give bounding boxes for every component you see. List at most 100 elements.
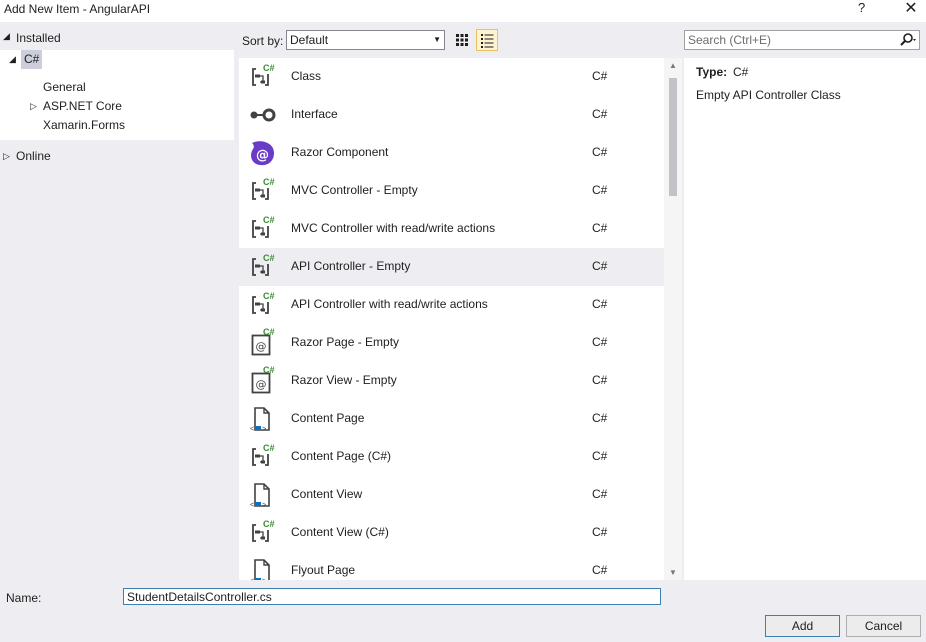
template-row[interactable]: < > Content Page C#	[239, 400, 664, 438]
content-page-icon: < >	[247, 404, 277, 434]
sort-by-label: Sort by:	[242, 34, 284, 48]
template-language: C#	[592, 525, 608, 539]
collapsed-triangle-icon[interactable]: ▷	[3, 146, 10, 166]
interface-icon	[247, 100, 277, 130]
template-name: Razor Page - Empty	[291, 335, 400, 349]
scroll-down-arrow-icon[interactable]: ▼	[669, 568, 677, 577]
installed-header[interactable]: ◢ Installed	[0, 28, 234, 48]
template-name: API Controller - Empty	[291, 259, 411, 273]
template-language: C#	[592, 449, 608, 463]
template-row[interactable]: @ Razor Component C#	[239, 134, 664, 172]
template-row[interactable]: C# Content Page (C#) C#	[239, 438, 664, 476]
category-pane: ◢ Installed ◢ C# General ▷ ASP.NET Core …	[0, 28, 234, 580]
template-row[interactable]: C# Content View (C#) C#	[239, 514, 664, 552]
controller-icon: C#	[247, 518, 277, 548]
svg-text:C#: C#	[263, 215, 275, 225]
controller-icon: C#	[247, 176, 277, 206]
search-input[interactable]	[685, 31, 897, 49]
template-list-scrollbar[interactable]: ▲ ▼	[664, 58, 682, 580]
template-language: C#	[592, 563, 608, 577]
sort-dropdown[interactable]: Default ▼	[286, 30, 445, 50]
template-language: C#	[592, 259, 608, 273]
template-language: C#	[592, 107, 608, 121]
list-view-button[interactable]	[476, 29, 498, 51]
template-language: C#	[592, 221, 608, 235]
controller-icon: C#	[247, 442, 277, 472]
help-button[interactable]: ?	[858, 0, 865, 15]
svg-text:>: >	[262, 426, 266, 433]
scrollbar-thumb[interactable]	[669, 78, 677, 196]
collapsed-triangle-icon[interactable]: ▷	[30, 97, 37, 116]
template-row[interactable]: < > Content View C#	[239, 476, 664, 514]
add-button[interactable]: Add	[765, 615, 840, 637]
search-box	[684, 30, 920, 50]
template-row[interactable]: C# Class C#	[239, 58, 664, 96]
content-page-icon: < >	[247, 556, 277, 580]
svg-text:<: <	[250, 502, 254, 509]
svg-text:@: @	[256, 148, 269, 163]
template-language: C#	[592, 373, 608, 387]
name-input[interactable]	[123, 588, 661, 605]
content-page-icon: < >	[247, 480, 277, 510]
svg-text:C#: C#	[263, 519, 275, 529]
category-tree: ◢ C# General ▷ ASP.NET Core Xamarin.Form…	[0, 50, 234, 140]
installed-label: Installed	[16, 31, 61, 45]
svg-text:C#: C#	[263, 443, 275, 453]
svg-text:C#: C#	[263, 366, 275, 375]
template-language: C#	[592, 69, 608, 83]
template-name: Razor Component	[291, 145, 389, 159]
template-name: Interface	[291, 107, 338, 121]
list-view-icon	[481, 34, 494, 48]
controller-icon: C#	[247, 214, 277, 244]
controller-icon: C#	[247, 62, 277, 92]
template-row[interactable]: @ C# Razor Page - Empty C#	[239, 324, 664, 362]
grid-view-icon	[456, 34, 468, 46]
template-name: MVC Controller - Empty	[291, 183, 418, 197]
search-icon[interactable]	[899, 32, 917, 48]
svg-text:<: <	[250, 426, 254, 433]
controller-icon: C#	[247, 252, 277, 282]
template-row[interactable]: Interface C#	[239, 96, 664, 134]
details-pane: Type: C# Empty API Controller Class	[684, 58, 926, 580]
template-language: C#	[592, 335, 608, 349]
tree-item-label: C#	[21, 50, 43, 69]
template-row[interactable]: C# API Controller with read/write action…	[239, 286, 664, 324]
svg-text:<: <	[250, 578, 254, 580]
template-name: Content View (C#)	[291, 525, 389, 539]
template-name: Razor View - Empty	[291, 373, 397, 387]
close-button[interactable]: ✕	[896, 0, 926, 20]
svg-text:@: @	[256, 340, 267, 353]
tree-item-label: General	[43, 80, 86, 94]
template-row[interactable]: @ C# Razor View - Empty C#	[239, 362, 664, 400]
type-value: C#	[733, 65, 749, 79]
template-name: MVC Controller with read/write actions	[291, 221, 496, 235]
template-row[interactable]: C# MVC Controller with read/write action…	[239, 210, 664, 248]
template-name: Content Page	[291, 411, 365, 425]
scroll-up-arrow-icon[interactable]: ▲	[669, 61, 677, 70]
expanded-triangle-icon: ◢	[3, 31, 10, 41]
tree-item-label: ASP.NET Core	[43, 99, 122, 113]
template-language: C#	[592, 183, 608, 197]
tree-item-xamarin-forms[interactable]: Xamarin.Forms	[43, 116, 125, 135]
svg-text:C#: C#	[263, 291, 275, 301]
tree-item-general[interactable]: General	[43, 78, 86, 97]
tree-item-label: Online	[16, 149, 51, 163]
template-row[interactable]: < > Flyout Page C#	[239, 552, 664, 580]
razor-page-icon: @ C#	[247, 365, 277, 396]
grid-view-button[interactable]	[451, 29, 473, 51]
svg-text:C#: C#	[263, 177, 275, 187]
window-title: Add New Item - AngularAPI	[4, 2, 151, 16]
razor-page-icon: @ C#	[247, 327, 277, 358]
title-bar: Add New Item - AngularAPI ? ✕	[0, 0, 926, 22]
controller-icon: C#	[247, 290, 277, 320]
razor-component-icon: @	[247, 138, 277, 168]
template-description: Empty API Controller Class	[696, 88, 841, 102]
template-row[interactable]: C# MVC Controller - Empty C#	[239, 172, 664, 210]
tree-item-label: Xamarin.Forms	[43, 118, 126, 132]
template-name: Flyout Page	[291, 563, 356, 577]
svg-text:@: @	[256, 378, 267, 391]
template-row[interactable]: C# API Controller - Empty C#	[239, 248, 664, 286]
template-language: C#	[592, 411, 608, 425]
name-label: Name:	[6, 591, 42, 605]
cancel-button[interactable]: Cancel	[846, 615, 921, 637]
